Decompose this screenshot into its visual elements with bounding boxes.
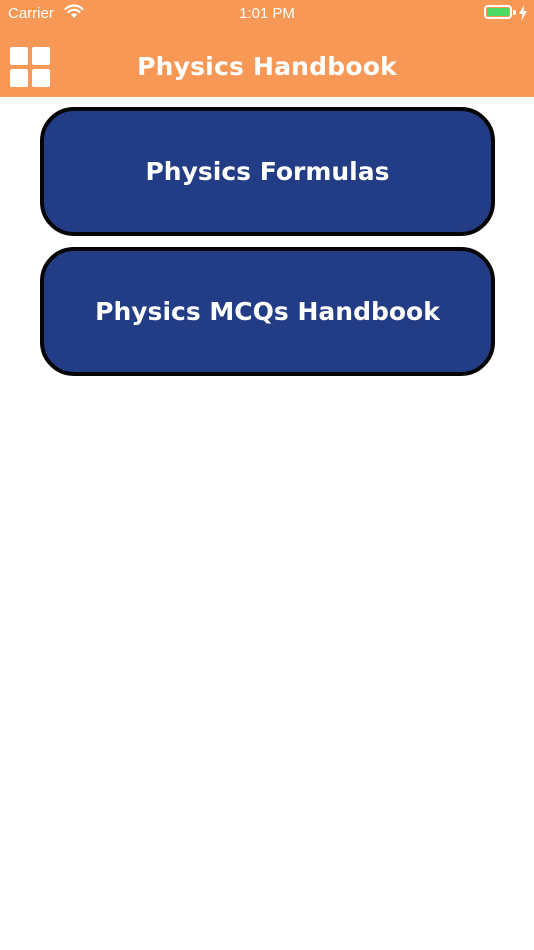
charging-icon	[519, 5, 527, 21]
page-title: Physics Handbook	[137, 52, 397, 81]
physics-mcqs-handbook-button[interactable]: Physics MCQs Handbook	[40, 247, 495, 376]
top-bar: Carrier 1:01 PM Physics Handbook	[0, 0, 534, 97]
navigation-bar: Physics Handbook	[0, 28, 534, 97]
battery-icon	[484, 5, 512, 19]
physics-formulas-button[interactable]: Physics Formulas	[40, 107, 495, 236]
status-bar: Carrier 1:01 PM	[0, 0, 534, 28]
status-time: 1:01 PM	[239, 5, 295, 22]
battery-cap	[513, 10, 516, 15]
battery-level	[487, 8, 509, 16]
